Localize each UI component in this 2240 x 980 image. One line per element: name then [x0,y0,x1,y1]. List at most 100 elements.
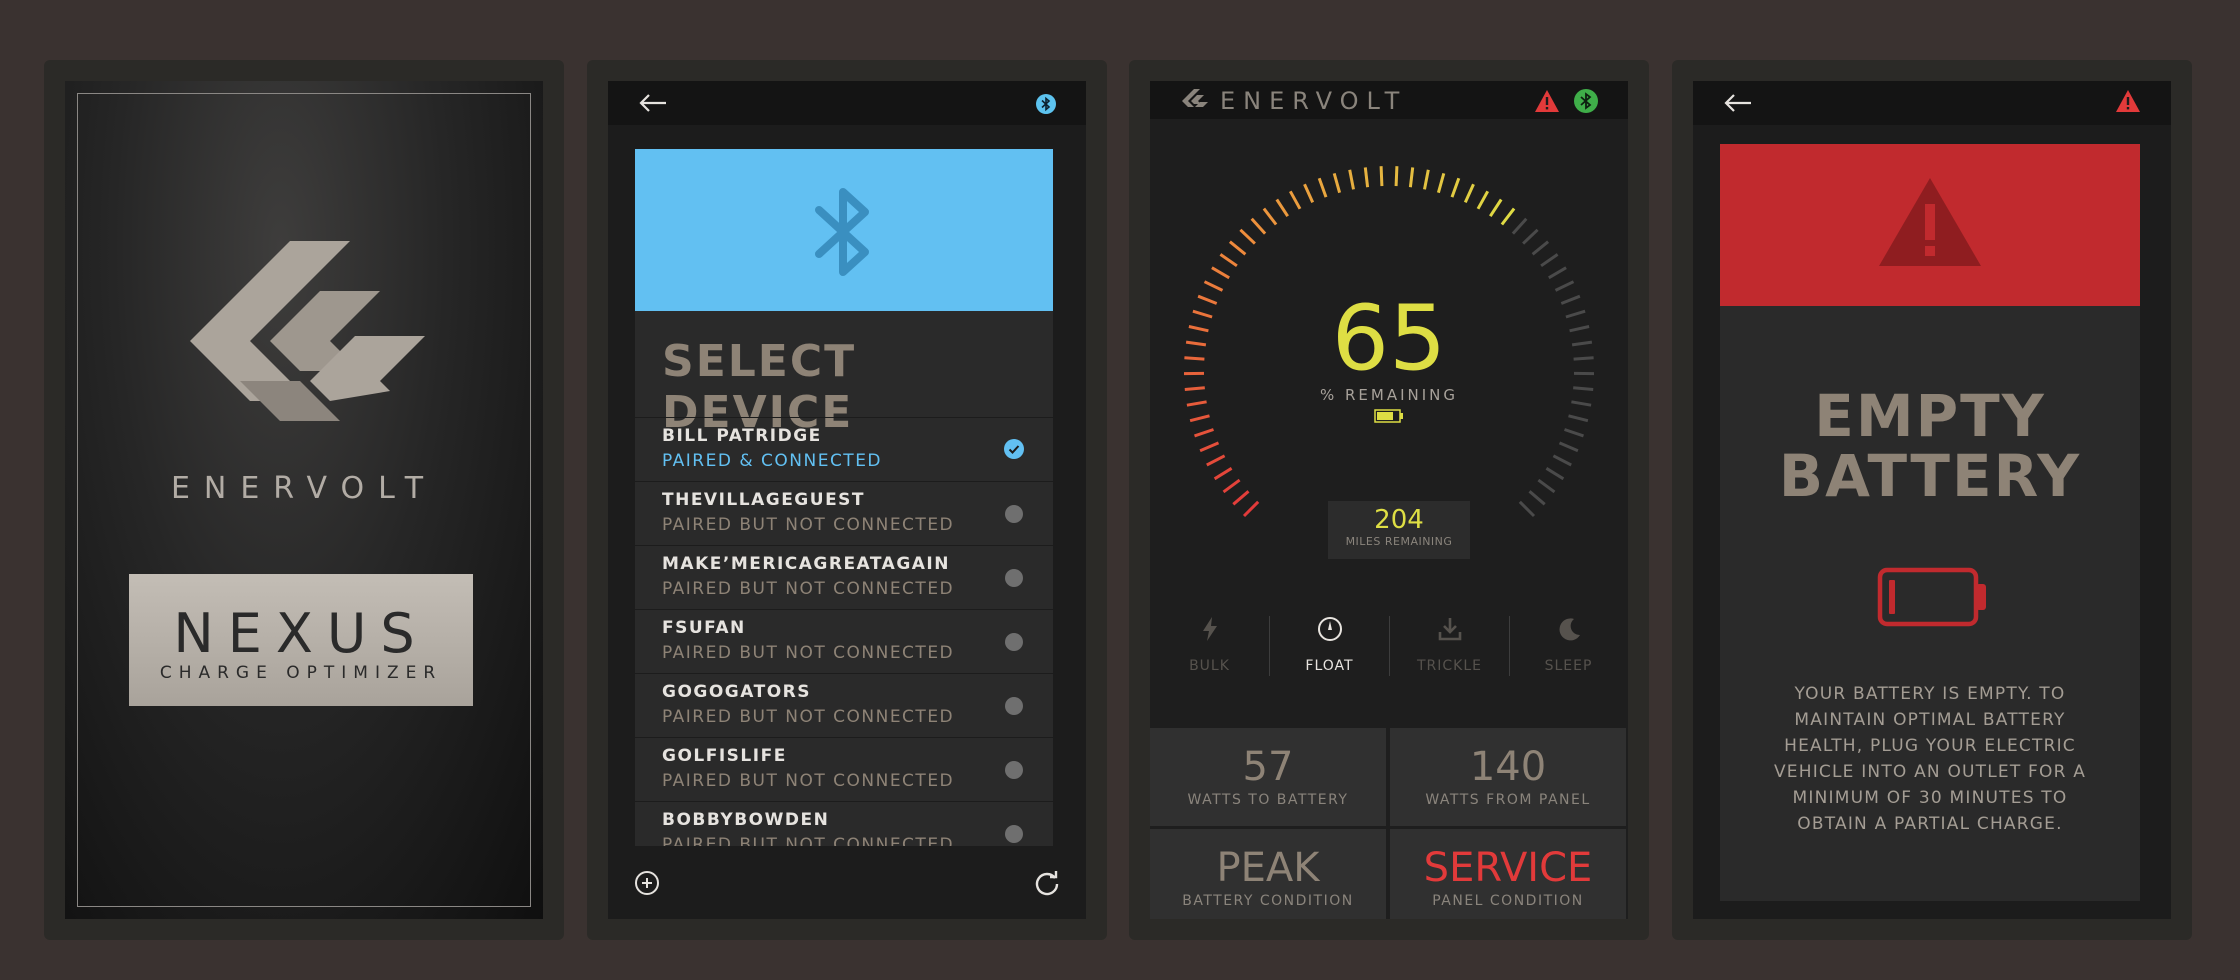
gauge-tick [1317,177,1328,198]
gauge-tick [1219,253,1238,268]
device-name: MAKE’MERICAGREATAGAIN [662,554,950,574]
miles-remaining-value: 204 [1374,505,1424,535]
alert-message: YOUR BATTERY IS EMPTY. TO MAINTAIN OPTIM… [1773,684,2087,834]
gauge-tick [1545,467,1565,481]
gauge-tick [1250,217,1267,235]
device-row-bill-patridge[interactable]: BILL PATRIDGE PAIRED & CONNECTED [635,417,1053,481]
stat-label: WATTS FROM PANEL [1425,792,1591,808]
device-row-golfislife[interactable]: GOLFISLIFE PAIRED BUT NOT CONNECTED [635,737,1053,801]
device-name: BOBBYBOWDEN [662,810,830,830]
back-arrow-icon[interactable] [1723,93,1753,113]
mode-label: BULK [1189,658,1230,674]
mode-trickle[interactable]: TRICKLE [1390,606,1509,696]
splash-device-frame: ENERVOLT NEXUS CHARGE OPTIMIZER [44,60,564,940]
device-name: THEVILLAGEGUEST [662,490,866,510]
gauge-tick [1540,253,1559,268]
gauge-tick [1199,441,1220,453]
alert-title-line-1: EMPTY [1814,382,2046,450]
refresh-icon[interactable] [1033,869,1061,897]
top-bar: ENERVOLT [1150,81,1628,119]
warning-icon[interactable] [1534,89,1560,113]
gauge-tick [1548,266,1567,280]
mode-sleep[interactable]: SLEEP [1509,606,1628,696]
device-row-thevillageguest[interactable]: THEVILLAGEGUEST PAIRED BUT NOT CONNECTED [635,481,1053,545]
product-tagline: CHARGE OPTIMIZER [159,663,443,683]
stats-grid: 57 WATTS TO BATTERY 140 WATTS FROM PANEL… [1150,728,1628,919]
bluetooth-connected-icon[interactable] [1574,89,1598,113]
gauge-tick [1213,467,1233,481]
gauge-tick [1275,198,1289,218]
lightning-icon [1203,617,1217,641]
gauge-tick [1450,177,1461,198]
select-device-frame: SELECT DEVICE BILL PATRIDGE PAIRED & CON… [587,60,1107,940]
device-status: PAIRED BUT NOT CONNECTED [662,707,955,727]
stat-label: PANEL CONDITION [1432,893,1584,909]
percent-remaining-value: 65 [1331,286,1447,391]
top-bar [608,81,1086,125]
device-status: PAIRED BUT NOT CONNECTED [662,515,955,535]
gauge-tick [1568,414,1589,423]
gauge-tick [1228,240,1247,256]
gauge-tick [1518,500,1536,518]
gauge-tick [1528,490,1546,506]
back-arrow-icon[interactable] [638,93,668,113]
alert-title: EMPTY BATTERY [1720,386,2140,506]
device-row-bobbybowden[interactable]: BOBBYBOWDEN PAIRED BUT NOT CONNECTED [635,801,1053,846]
dashboard-screen: ENERVOLT 65 % REMAINING 204 MILES REMAIN… [1150,81,1628,919]
bluetooth-banner [635,149,1053,311]
gauge-tick [1211,266,1230,280]
gauge-tick [1332,172,1342,194]
enervolt-logo-icon [1182,89,1208,107]
stat-panel-condition[interactable]: SERVICE PANEL CONDITION [1390,829,1626,919]
mode-bulk[interactable]: BULK [1150,606,1269,696]
warning-banner [1720,144,2140,306]
alert-title-line-2: BATTERY [1778,442,2082,510]
gauge-tick [1436,172,1446,194]
select-device-screen: SELECT DEVICE BILL PATRIDGE PAIRED & CON… [608,81,1086,919]
warning-icon[interactable] [2115,89,2141,113]
mode-float[interactable]: FLOAT [1270,606,1389,696]
device-row-makemericagreatagain[interactable]: MAKE’MERICAGREATAGAIN PAIRED BUT NOT CON… [635,545,1053,609]
moon-icon [1559,618,1580,641]
add-icon[interactable] [633,869,661,897]
stat-label: BATTERY CONDITION [1182,893,1354,909]
empty-battery-screen: EMPTY BATTERY YOUR BATTERY IS EMPTY. TO … [1693,81,2171,919]
percent-remaining-label: % REMAINING [1319,386,1459,404]
device-status: PAIRED & CONNECTED [662,451,883,471]
gauge-tick [1232,490,1250,506]
download-icon [1438,618,1462,641]
bluetooth-status-icon[interactable] [1036,94,1056,114]
gauge-tick [1463,183,1475,204]
bluetooth-icon [815,188,869,276]
brand-name: ENERVOLT [170,471,438,506]
splash-screen: ENERVOLT NEXUS CHARGE OPTIMIZER [65,81,543,919]
radio-dot-icon [1005,505,1023,523]
gauge-tick [1348,169,1355,190]
top-bar [1693,81,2171,125]
device-row-gogogators[interactable]: GOGOGATORS PAIRED BUT NOT CONNECTED [635,673,1053,737]
device-list-panel: SELECT DEVICE BILL PATRIDGE PAIRED & CON… [635,311,1053,846]
radio-dot-icon [1005,569,1023,587]
radio-dot-icon [1005,633,1023,651]
compass-icon [1318,617,1342,641]
device-status: PAIRED BUT NOT CONNECTED [662,579,955,599]
stat-value: SERVICE [1423,845,1593,891]
gauge-tick [1206,454,1226,467]
product-badge: NEXUS CHARGE OPTIMIZER [129,574,473,706]
stat-value: 57 [1242,744,1294,790]
stat-watts-to-battery: 57 WATTS TO BATTERY [1150,728,1386,826]
gauge-tick [1379,166,1384,187]
gauge-tick [1476,190,1490,210]
device-status: PAIRED BUT NOT CONNECTED [662,643,955,663]
gauge-tick [1537,478,1556,494]
gauge-tick [1394,166,1399,187]
gauge-tick [1239,228,1256,245]
stat-label: WATTS TO BATTERY [1187,792,1349,808]
enervolt-logo-icon [190,241,425,421]
stat-value: PEAK [1216,845,1320,891]
device-name: GOLFISLIFE [662,746,787,766]
gauge-tick [1303,183,1315,204]
gauge-tick [1511,217,1528,235]
gauge-tick [1489,198,1503,218]
device-row-fsufan[interactable]: FSUFAN PAIRED BUT NOT CONNECTED [635,609,1053,673]
